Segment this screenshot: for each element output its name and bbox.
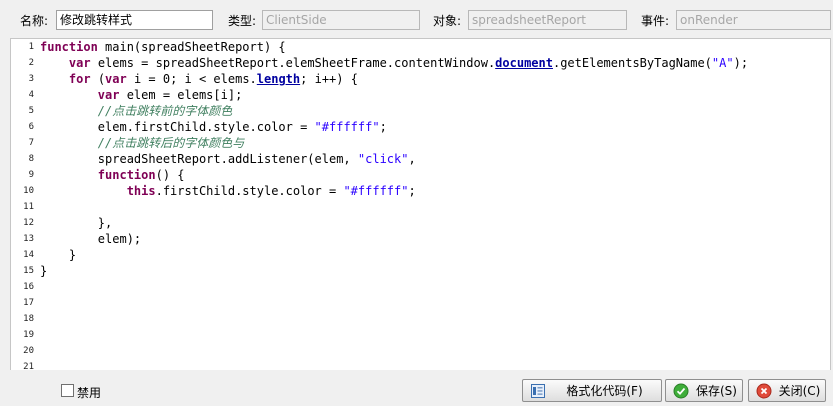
type-label: 类型:: [228, 14, 257, 28]
code-token: ,: [408, 152, 416, 166]
format-icon: [530, 383, 546, 399]
code-token: }: [40, 248, 77, 262]
event-label: 事件:: [641, 14, 670, 28]
code-token: "#ffffff": [343, 184, 409, 198]
save-button[interactable]: 保存(S): [665, 379, 743, 402]
line-number: 12: [23, 218, 34, 228]
code-token: (: [90, 72, 106, 86]
line-number: 9: [28, 170, 34, 180]
code-token: .firstChild.style.color =: [155, 184, 344, 198]
close-button[interactable]: 关闭(C): [748, 379, 826, 402]
code-token: i = 0; i < elems.: [126, 72, 257, 86]
code-token: () {: [155, 168, 185, 182]
close-label: 关闭(C): [778, 384, 821, 398]
line-number: 14: [23, 250, 34, 260]
line-number: 16: [23, 282, 34, 292]
code-token: elems = spreadSheetReport.elemSheetFrame…: [90, 56, 496, 70]
code-token: );: [733, 56, 749, 70]
name-input[interactable]: 修改跳转样式: [56, 10, 213, 30]
code-token: function: [97, 168, 156, 182]
code-line: spreadSheetReport.addListener(elem, "cli…: [40, 151, 416, 167]
close-icon: [756, 383, 772, 399]
code-line: function() {: [40, 167, 185, 183]
dialog-footer: 禁用 格式化代码(F) 保存(S) 关闭(C): [0, 370, 833, 406]
format-code-label: 格式化代码(F): [566, 384, 643, 398]
line-number: 1: [28, 42, 34, 52]
code-token: "#ffffff": [314, 120, 380, 134]
code-line: //点击跳转后的字体颜色与: [40, 135, 244, 151]
code-line: elem);: [40, 231, 141, 247]
code-comment: //点击跳转后的字体颜色与: [97, 136, 245, 150]
code-token: elem = elems[i];: [119, 88, 243, 102]
line-number: 20: [23, 346, 34, 356]
code-line: var elems = spreadSheetReport.elemSheetF…: [40, 55, 748, 71]
line-number: 11: [23, 202, 34, 212]
line-number: 17: [23, 298, 34, 308]
event-field: onRender: [676, 10, 831, 30]
line-number-gutter: 1 2 3 4 5 6 7 8 9 10 11 12 13 14 15 16 1…: [11, 39, 38, 370]
line-number: 6: [28, 122, 34, 132]
code-line: for (var i = 0; i < elems.length; i++) {: [40, 71, 358, 87]
code-token: function: [40, 40, 98, 54]
code-token: length: [256, 72, 301, 86]
code-token: this: [126, 184, 156, 198]
code-token: ;: [379, 120, 387, 134]
code-editor[interactable]: 1 2 3 4 5 6 7 8 9 10 11 12 13 14 15 16 1…: [10, 38, 831, 370]
line-number: 4: [28, 90, 34, 100]
line-number: 13: [23, 234, 34, 244]
type-field: ClientSide: [262, 10, 420, 30]
code-token: main(spreadSheetReport) {: [97, 40, 286, 54]
code-line: this.firstChild.style.color = "#ffffff";: [40, 183, 416, 199]
code-token: ;: [408, 184, 416, 198]
code-token: "click": [357, 152, 409, 166]
code-token: var: [68, 56, 91, 70]
code-comment: //点击跳转前的字体颜色: [97, 104, 233, 118]
line-number: 5: [28, 106, 34, 116]
code-token: for: [68, 72, 91, 86]
disable-checkbox[interactable]: [61, 384, 74, 397]
code-token: spreadSheetReport.addListener(elem,: [40, 152, 358, 166]
properties-bar: 名称: 修改跳转样式 类型: ClientSide 对象: spreadshee…: [0, 0, 833, 38]
line-number: 18: [23, 314, 34, 324]
code-token: elem.firstChild.style.color =: [40, 120, 315, 134]
disable-label: 禁用: [77, 386, 102, 400]
code-line: elem.firstChild.style.color = "#ffffff";: [40, 119, 387, 135]
code-token: var: [97, 88, 120, 102]
code-line: }: [40, 247, 76, 263]
line-number: 21: [23, 362, 34, 370]
object-field: spreadsheetReport: [468, 10, 627, 30]
code-token: elem);: [40, 232, 142, 246]
line-number: 8: [28, 154, 34, 164]
name-label: 名称:: [20, 14, 49, 28]
code-token: },: [40, 216, 113, 230]
line-number: 2: [28, 58, 34, 68]
format-code-button[interactable]: 格式化代码(F): [522, 379, 662, 402]
code-token: .getElementsByTagName(: [552, 56, 712, 70]
checkmark-icon: [673, 383, 689, 399]
line-number: 15: [23, 266, 34, 276]
object-label: 对象:: [433, 14, 462, 28]
save-label: 保存(S): [696, 384, 737, 398]
code-token: }: [40, 264, 48, 278]
code-line: function main(spreadSheetReport) {: [40, 39, 286, 55]
code-token: "A": [711, 56, 734, 70]
code-line: var elem = elems[i];: [40, 87, 243, 103]
line-number: 3: [28, 74, 34, 84]
line-number: 19: [23, 330, 34, 340]
code-token: var: [105, 72, 127, 86]
code-line: }: [40, 263, 47, 279]
code-line: //点击跳转前的字体颜色: [40, 103, 232, 119]
code-token: ; i++) {: [300, 72, 358, 86]
code-line: },: [40, 215, 112, 231]
line-number: 7: [28, 138, 34, 148]
line-number: 10: [23, 186, 34, 196]
code-token: document: [495, 56, 553, 70]
